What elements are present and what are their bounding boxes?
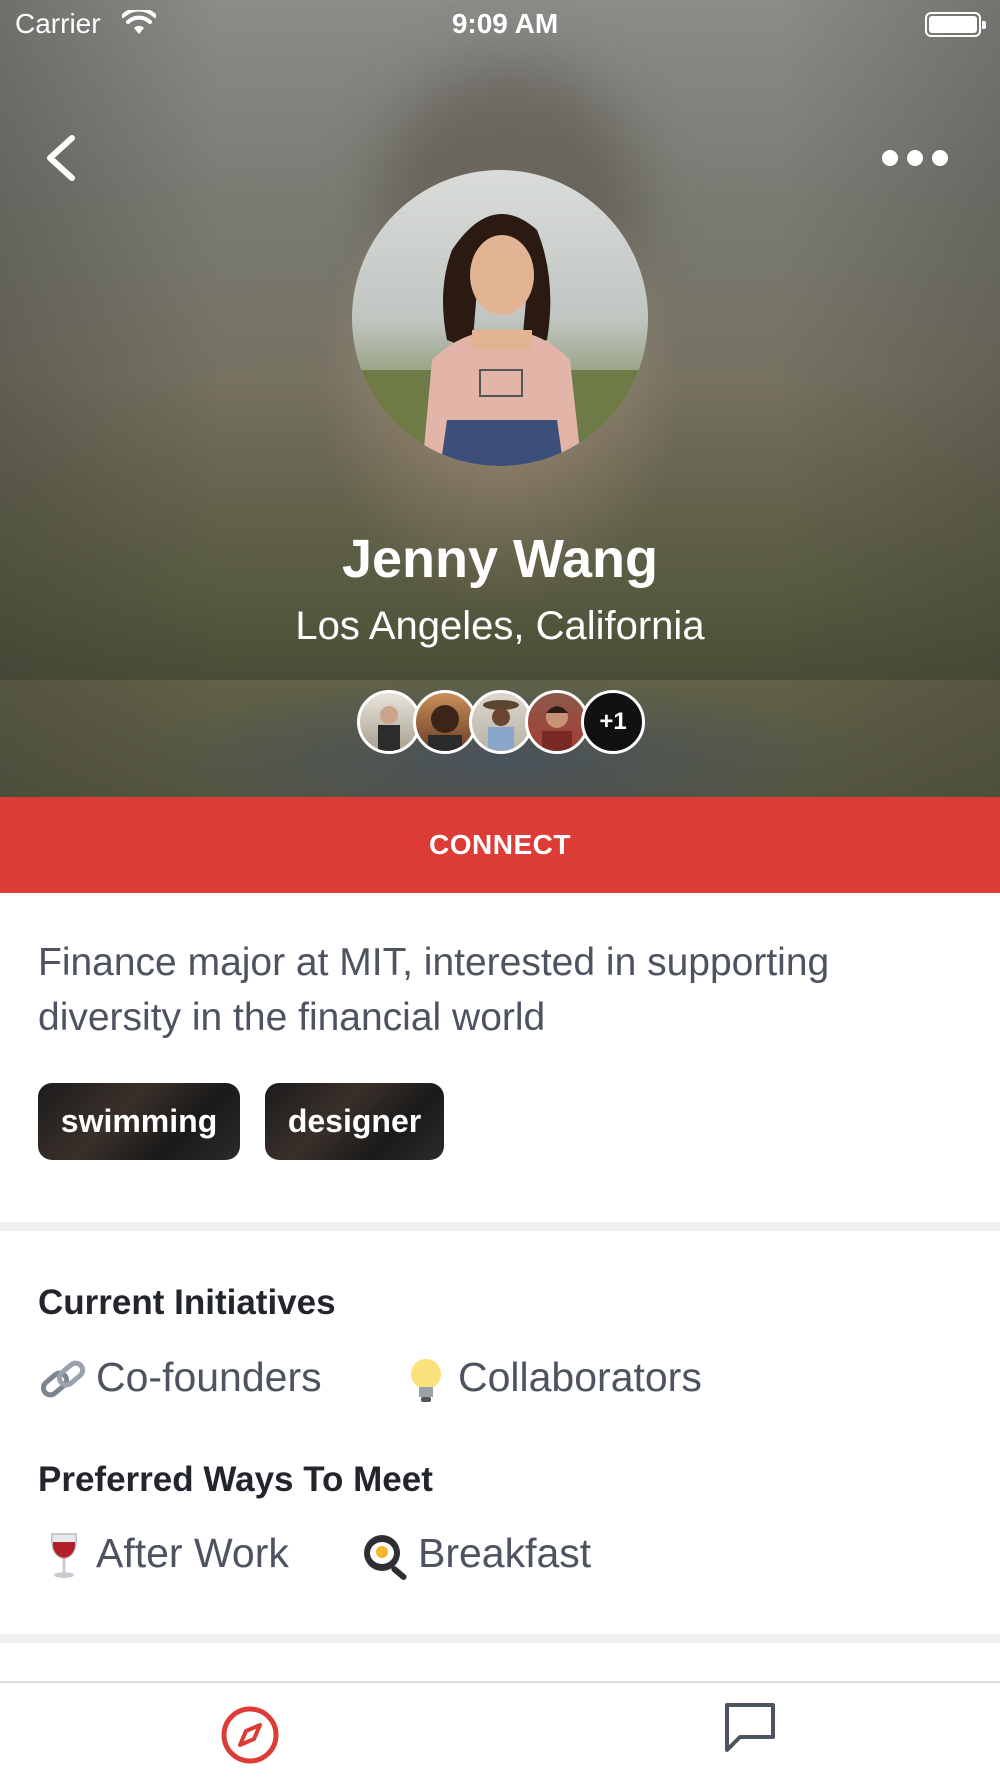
wine-glass-emoji-icon	[38, 1531, 90, 1581]
mutual-avatar[interactable]	[525, 690, 589, 754]
status-bar: Carrier 9:09 AM	[0, 0, 1000, 50]
compass-icon	[221, 1706, 279, 1764]
back-button[interactable]	[40, 130, 90, 186]
meet-preference-item: Breakfast	[360, 1528, 591, 1581]
profile-name: Jenny Wang	[341, 529, 659, 589]
section-divider	[0, 1634, 1000, 1643]
clock: 9:09 AM	[451, 8, 559, 39]
mutual-more-count[interactable]: +1	[581, 690, 645, 754]
profile-location: Los Angeles, California	[295, 604, 705, 648]
current-initiatives-title: Current Initiatives	[38, 1283, 336, 1322]
meet-preference-label: After Work	[96, 1530, 289, 1576]
profile-header: Carrier 9:09 AM Jenny Wang Los Angeles, …	[0, 0, 1000, 797]
mutual-avatar[interactable]	[357, 690, 421, 754]
interest-tag[interactable]: swimming	[38, 1083, 240, 1160]
mutual-avatar[interactable]	[413, 690, 477, 754]
background-blur	[780, 0, 1000, 797]
background-blur	[0, 0, 220, 797]
tab-bar	[0, 1681, 1000, 1780]
section-divider	[0, 1222, 1000, 1231]
more-options-button[interactable]	[875, 140, 955, 176]
light-bulb-emoji-icon	[400, 1355, 452, 1405]
profile-photo	[352, 170, 648, 466]
chevron-left-icon	[47, 135, 75, 181]
link-emoji-icon	[38, 1355, 90, 1405]
frying-pan-egg-emoji-icon	[360, 1531, 412, 1581]
ellipsis-icon	[882, 150, 948, 166]
person-photo-illustration	[352, 214, 648, 466]
tab-discover[interactable]	[218, 1703, 282, 1767]
preferred-ways-title: Preferred Ways To Meet	[38, 1460, 433, 1499]
connect-button[interactable]: CONNECT	[0, 797, 1000, 893]
battery-icon	[925, 12, 986, 37]
initiative-item: Co-founders	[38, 1352, 322, 1405]
interest-tag[interactable]: designer	[265, 1083, 444, 1160]
meet-preference-label: Breakfast	[418, 1530, 592, 1576]
tab-messages[interactable]	[720, 1698, 780, 1758]
initiative-label: Co-founders	[96, 1354, 322, 1400]
chat-bubble-icon	[725, 1703, 775, 1752]
mutual-avatar[interactable]	[469, 690, 533, 754]
initiative-item: Collaborators	[400, 1352, 702, 1405]
meet-preference-item: After Work	[38, 1528, 289, 1581]
profile-bio: Finance major at MIT, interested in supp…	[38, 941, 830, 1039]
initiative-label: Collaborators	[458, 1354, 702, 1400]
